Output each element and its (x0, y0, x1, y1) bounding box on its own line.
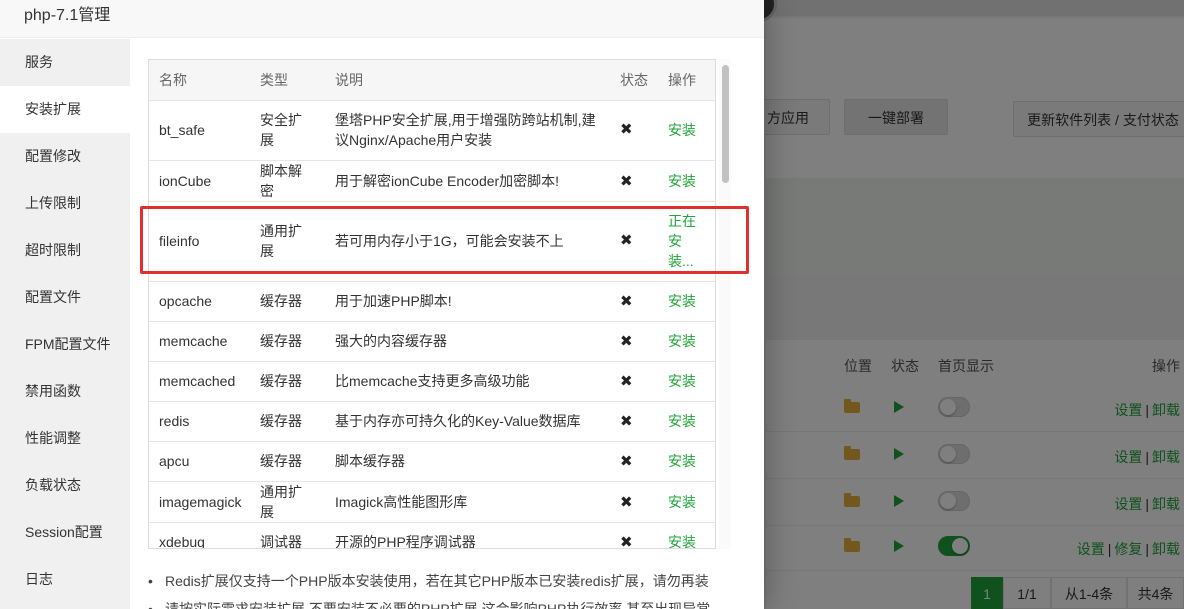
dialog-title: php-7.1管理 (0, 0, 764, 38)
not-installed-icon: ✖ (610, 201, 658, 282)
table-row: xdebug 调试器 开源的PHP程序调试器 ✖ 安装 (149, 522, 715, 548)
table-row: imagemagick 通用扩展 Imagick高性能图形库 ✖ 安装 (149, 481, 715, 523)
ext-name: memcached (149, 361, 250, 402)
ext-description: 用于解密ionCube Encoder加密脚本! (325, 160, 610, 202)
ext-type: 通用扩展 (250, 201, 325, 282)
install-link[interactable]: 安装 (658, 160, 715, 202)
ext-name: memcache (149, 321, 250, 362)
not-installed-icon: ✖ (610, 100, 658, 161)
table-row: redis 缓存器 基于内存亦可持久化的Key-Value数据库 ✖ 安装 (149, 401, 715, 442)
ext-name: fileinfo (149, 201, 250, 282)
dialog-sidebar: 服务 安装扩展 配置修改 上传限制 超时限制 配置文件 FPM配置文件 禁用函数… (0, 39, 130, 609)
ext-description: 开源的PHP程序调试器 (325, 522, 610, 548)
ext-type: 调试器 (250, 522, 325, 548)
install-link[interactable]: 安装 (658, 522, 715, 548)
header-description: 说明 (325, 60, 610, 101)
php-manager-dialog: php-7.1管理 服务 安装扩展 配置修改 上传限制 超时限制 配置文件 FP… (0, 0, 764, 609)
scrollbar-thumb[interactable] (722, 65, 729, 183)
ext-type: 脚本解密 (250, 160, 325, 202)
ext-description: 强大的内容缓存器 (325, 321, 610, 362)
ext-type: 缓存器 (250, 401, 325, 442)
ext-type: 通用扩展 (250, 481, 325, 523)
sidebar-item-performance[interactable]: 性能调整 (0, 415, 130, 462)
install-link[interactable]: 安装 (658, 321, 715, 362)
ext-type: 缓存器 (250, 321, 325, 362)
extensions-content: 名称 类型 说明 状态 操作 bt_safe 安全扩展 堡塔PHP安全扩展,用于… (130, 39, 764, 609)
install-link[interactable]: 安装 (658, 401, 715, 442)
ext-name: ionCube (149, 160, 250, 202)
header-status: 状态 (610, 60, 658, 101)
header-type: 类型 (250, 60, 325, 101)
install-link[interactable]: 安装 (658, 441, 715, 482)
install-link[interactable]: 安装 (658, 481, 715, 523)
not-installed-icon: ✖ (610, 160, 658, 202)
table-row: fileinfo 通用扩展 若可用内存小于1G，可能会安装不上 ✖ 正在安装..… (149, 201, 715, 282)
table-row: opcache 缓存器 用于加速PHP脚本! ✖ 安装 (149, 281, 715, 322)
not-installed-icon: ✖ (610, 481, 658, 523)
header-operation: 操作 (658, 60, 715, 101)
ext-name: opcache (149, 281, 250, 322)
table-row: memcached 缓存器 比memcache支持更多高级功能 ✖ 安装 (149, 361, 715, 402)
install-link[interactable]: 安装 (658, 281, 715, 322)
ext-description: 基于内存亦可持久化的Key-Value数据库 (325, 401, 610, 442)
ext-description: 若可用内存小于1G，可能会安装不上 (325, 201, 610, 282)
table-row: bt_safe 安全扩展 堡塔PHP安全扩展,用于增强防跨站机制,建议Nginx… (149, 100, 715, 161)
ext-description: Imagick高性能图形库 (325, 481, 610, 523)
table-scrollbar[interactable] (719, 59, 731, 549)
ext-name: xdebug (149, 522, 250, 548)
sidebar-item-logs[interactable]: 日志 (0, 556, 130, 603)
notes-list: Redis扩展仅支持一个PHP版本安装使用，若在其它PHP版本已安装redis扩… (148, 569, 748, 609)
sidebar-item-install-extensions[interactable]: 安装扩展 (0, 86, 130, 133)
sidebar-item-upload-limit[interactable]: 上传限制 (0, 180, 130, 227)
table-row: ionCube 脚本解密 用于解密ionCube Encoder加密脚本! ✖ … (149, 160, 715, 202)
not-installed-icon: ✖ (610, 441, 658, 482)
note-item: Redis扩展仅支持一个PHP版本安装使用，若在其它PHP版本已安装redis扩… (148, 569, 748, 597)
not-installed-icon: ✖ (610, 361, 658, 402)
install-link[interactable]: 安装 (658, 100, 715, 161)
header-name: 名称 (149, 60, 250, 101)
table-row: apcu 缓存器 脚本缓存器 ✖ 安装 (149, 441, 715, 482)
note-item: 请按实际需求安装扩展,不要安装不必要的PHP扩展,这会影响PHP执行效率,甚至出… (148, 597, 748, 609)
ext-type: 缓存器 (250, 361, 325, 402)
ext-type: 缓存器 (250, 441, 325, 482)
ext-type: 安全扩展 (250, 100, 325, 161)
install-link[interactable]: 安装 (658, 361, 715, 402)
not-installed-icon: ✖ (610, 321, 658, 362)
ext-description: 用于加速PHP脚本! (325, 281, 610, 322)
sidebar-item-fpm-config[interactable]: FPM配置文件 (0, 321, 130, 368)
ext-description: 脚本缓存器 (325, 441, 610, 482)
ext-description: 比memcache支持更多高级功能 (325, 361, 610, 402)
ext-name: imagemagick (149, 481, 250, 523)
sidebar-item-load-status[interactable]: 负载状态 (0, 462, 130, 509)
table-header-row: 名称 类型 说明 状态 操作 (149, 60, 715, 101)
not-installed-icon: ✖ (610, 281, 658, 322)
sidebar-item-session-config[interactable]: Session配置 (0, 509, 130, 556)
extensions-table-container[interactable]: 名称 类型 说明 状态 操作 bt_safe 安全扩展 堡塔PHP安全扩展,用于… (148, 59, 716, 549)
sidebar-item-disabled-functions[interactable]: 禁用函数 (0, 368, 130, 415)
ext-type: 缓存器 (250, 281, 325, 322)
not-installed-icon: ✖ (610, 401, 658, 442)
not-installed-icon: ✖ (610, 522, 658, 548)
sidebar-item-service[interactable]: 服务 (0, 39, 130, 86)
table-row: memcache 缓存器 强大的内容缓存器 ✖ 安装 (149, 321, 715, 362)
ext-description: 堡塔PHP安全扩展,用于增强防跨站机制,建议Nginx/Apache用户安装 (325, 100, 610, 161)
sidebar-item-config-edit[interactable]: 配置修改 (0, 133, 130, 180)
installing-status: 正在安装... (658, 201, 715, 282)
ext-name: bt_safe (149, 100, 250, 161)
sidebar-item-timeout-limit[interactable]: 超时限制 (0, 227, 130, 274)
ext-name: redis (149, 401, 250, 442)
ext-name: apcu (149, 441, 250, 482)
extensions-table: 名称 类型 说明 状态 操作 bt_safe 安全扩展 堡塔PHP安全扩展,用于… (149, 60, 715, 548)
sidebar-item-config-file[interactable]: 配置文件 (0, 274, 130, 321)
